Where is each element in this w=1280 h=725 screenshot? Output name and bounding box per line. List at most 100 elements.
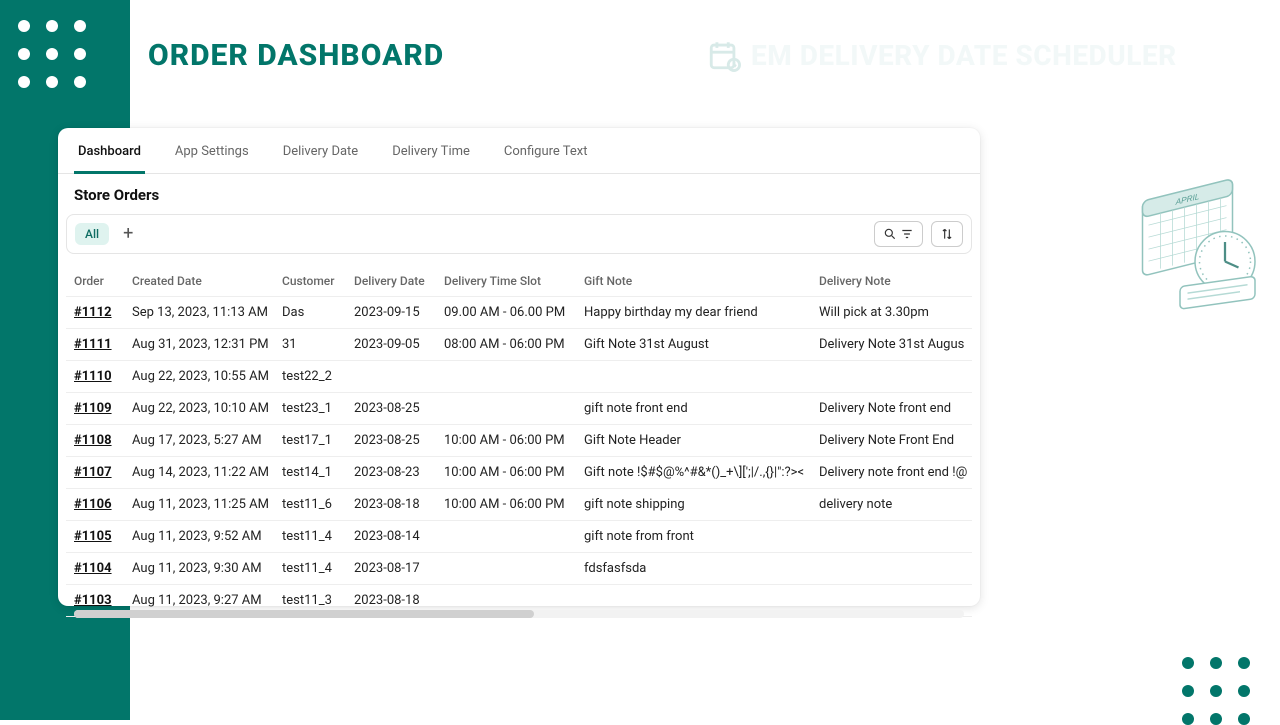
cell-customer: 31 [282,337,354,352]
orders-table: Order Created Date Customer Delivery Dat… [66,266,972,618]
col-delivery-note: Delivery Note [819,274,972,288]
cell-created: Aug 14, 2023, 11:22 AM [132,465,282,480]
sort-button[interactable] [931,221,963,247]
cell-created: Aug 22, 2023, 10:10 AM [132,401,282,416]
scroll-thumb[interactable] [74,610,534,618]
cell-delivery-note: Delivery note front end !@ [819,465,972,480]
cell-delivery-note: delivery note [819,497,972,512]
table-header: Order Created Date Customer Delivery Dat… [66,266,972,297]
col-created: Created Date [132,274,282,288]
calendar-clock-icon [707,38,741,72]
col-order: Order [74,274,132,288]
order-link[interactable]: #1110 [74,369,112,384]
cell-delivery-slot: 10:00 AM - 06:00 PM [444,497,584,512]
col-gift-note: Gift Note [584,274,819,288]
calendar-clock-illustration: APRIL [1135,168,1270,328]
cell-delivery-date: 2023-08-18 [354,497,444,512]
tab-delivery-time[interactable]: Delivery Time [388,128,474,173]
cell-delivery-slot: 08:00 AM - 06:00 PM [444,337,584,352]
tab-delivery-date[interactable]: Delivery Date [279,128,363,173]
cell-customer: test14_1 [282,465,354,480]
cell-customer: test17_1 [282,433,354,448]
cell-delivery-slot: 10:00 AM - 06:00 PM [444,465,584,480]
cell-delivery-date: 2023-08-25 [354,433,444,448]
cell-gift-note: Gift Note Header [584,433,819,448]
cell-gift-note: Gift note !$#$@%^#&*()_+\][';|/.,{}|":?>… [584,465,819,480]
cell-created: Aug 11, 2023, 9:27 AM [132,593,282,608]
cell-customer: test11_4 [282,561,354,576]
search-filter-button[interactable] [874,221,923,247]
sort-arrows-icon [940,227,954,241]
cell-delivery-date: 2023-08-17 [354,561,444,576]
order-link[interactable]: #1103 [74,593,112,608]
cell-delivery-date: 2023-08-14 [354,529,444,544]
add-filter-button[interactable]: + [117,223,139,245]
col-delivery-date: Delivery Date [354,274,444,288]
cell-created: Aug 11, 2023, 11:25 AM [132,497,282,512]
brand-watermark: EM DELIVERY DATE SCHEDULER [707,38,1177,72]
order-link[interactable]: #1107 [74,465,112,480]
order-link[interactable]: #1104 [74,561,112,576]
table-row: #1109 Aug 22, 2023, 10:10 AMtest23_12023-… [66,393,972,425]
cell-gift-note: gift note from front [584,529,819,544]
toolbar: All + [66,214,972,254]
cell-delivery-note: Delivery Note Front End [819,433,972,448]
horizontal-scrollbar[interactable] [74,610,964,618]
cell-created: Sep 13, 2023, 11:13 AM [132,305,282,320]
table-row: #1108 Aug 17, 2023, 5:27 AMtest17_12023-0… [66,425,972,457]
cell-created: Aug 17, 2023, 5:27 AM [132,433,282,448]
cell-delivery-date: 2023-08-18 [354,593,444,608]
cell-gift-note: gift note front end [584,401,819,416]
order-link[interactable]: #1112 [74,305,112,320]
search-icon [883,227,897,241]
order-link[interactable]: #1105 [74,529,112,544]
cell-delivery-note: Delivery Note 31st Augus [819,337,972,352]
order-link[interactable]: #1111 [74,337,112,352]
table-row: #1110 Aug 22, 2023, 10:55 AMtest22_2 [66,361,972,393]
tab-app-settings[interactable]: App Settings [171,128,253,173]
cell-gift-note: fdsfasfsda [584,561,819,576]
cell-gift-note: Gift Note 31st August [584,337,819,352]
orders-card: Dashboard App Settings Delivery Date Del… [58,128,980,606]
table-row: #1106 Aug 11, 2023, 11:25 AMtest11_62023-… [66,489,972,521]
cell-customer: test11_4 [282,529,354,544]
decorative-dots-bottom-right [1182,657,1250,725]
filter-all-button[interactable]: All [75,223,109,245]
order-link[interactable]: #1109 [74,401,112,416]
table-row: #1112 Sep 13, 2023, 11:13 AMDas2023-09-15… [66,297,972,329]
cell-created: Aug 22, 2023, 10:55 AM [132,369,282,384]
cell-delivery-slot: 10:00 AM - 06:00 PM [444,433,584,448]
table-row: #1107 Aug 14, 2023, 11:22 AMtest14_12023-… [66,457,972,489]
cell-gift-note: gift note shipping [584,497,819,512]
cell-delivery-date: 2023-09-15 [354,305,444,320]
cell-delivery-date: 2023-08-23 [354,465,444,480]
cell-customer: test22_2 [282,369,354,384]
tabs: Dashboard App Settings Delivery Date Del… [58,128,980,174]
table-row: #1111 Aug 31, 2023, 12:31 PM312023-09-050… [66,329,972,361]
table-row: #1104 Aug 11, 2023, 9:30 AMtest11_42023-0… [66,553,972,585]
cell-delivery-note: Will pick at 3.30pm [819,305,972,320]
col-customer: Customer [282,274,354,288]
order-link[interactable]: #1106 [74,497,112,512]
table-row: #1105 Aug 11, 2023, 9:52 AMtest11_42023-0… [66,521,972,553]
cell-delivery-date: 2023-08-25 [354,401,444,416]
decorative-dots-top-left [18,20,86,88]
section-title: Store Orders [58,174,980,214]
order-link[interactable]: #1108 [74,433,112,448]
cell-customer: Das [282,305,354,320]
col-delivery-slot: Delivery Time Slot [444,274,584,288]
cell-created: Aug 11, 2023, 9:52 AM [132,529,282,544]
cell-created: Aug 31, 2023, 12:31 PM [132,337,282,352]
cell-delivery-date: 2023-09-05 [354,337,444,352]
cell-customer: test11_6 [282,497,354,512]
page-title: ORDER DASHBOARD [148,38,444,73]
cell-created: Aug 11, 2023, 9:30 AM [132,561,282,576]
cell-delivery-note: Delivery Note front end [819,401,972,416]
tab-configure-text[interactable]: Configure Text [500,128,592,173]
cell-customer: test11_3 [282,593,354,608]
tab-dashboard[interactable]: Dashboard [74,128,145,174]
cell-delivery-slot: 09.00 AM - 06.00 PM [444,305,584,320]
filter-lines-icon [900,227,914,241]
cell-gift-note: Happy birthday my dear friend [584,305,819,320]
cell-customer: test23_1 [282,401,354,416]
